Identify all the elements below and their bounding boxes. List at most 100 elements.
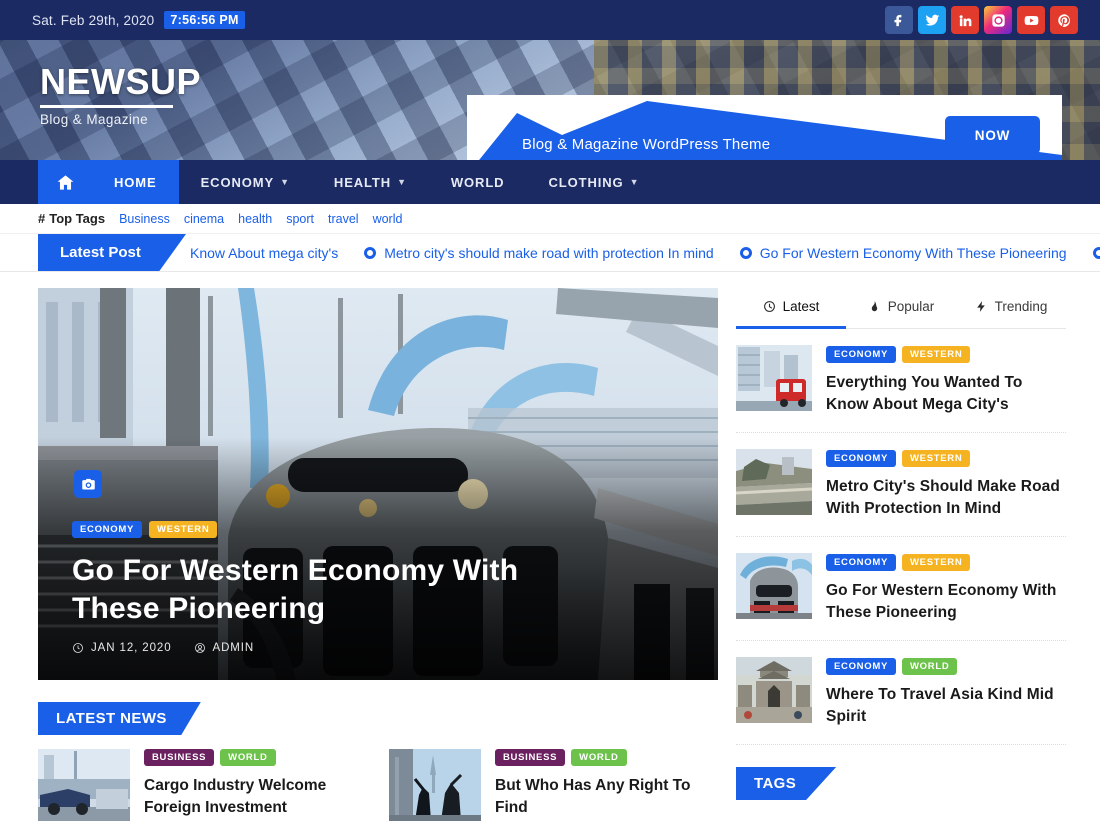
- featured-meta: JAN 12, 2020 ADMIN: [72, 642, 684, 654]
- tags-widget-heading: TAGS: [736, 767, 1066, 800]
- top-tag-health[interactable]: health: [238, 212, 272, 226]
- post-badges: ECONOMY WESTERN: [826, 554, 1066, 571]
- fire-icon: [871, 301, 877, 312]
- top-tags-bar: # Top Tags Business cinema health sport t…: [0, 204, 1100, 234]
- nav-item-health[interactable]: HEALTH ▼: [312, 160, 429, 204]
- hash-icon: #: [38, 211, 46, 226]
- ticker-item-label: Metro city's should make road with prote…: [384, 244, 714, 261]
- featured-post[interactable]: ECONOMY WESTERN Go For Western Economy W…: [38, 288, 718, 680]
- badge-economy[interactable]: ECONOMY: [72, 521, 142, 539]
- camera-icon[interactable]: [74, 470, 102, 498]
- list-item[interactable]: ECONOMY WESTERN Metro City's Should Make…: [736, 433, 1066, 537]
- top-tag-cinema[interactable]: cinema: [184, 212, 224, 226]
- facebook-icon[interactable]: [885, 6, 913, 34]
- nav-item-world[interactable]: WORLD: [429, 160, 527, 204]
- linkedin-icon[interactable]: [951, 6, 979, 34]
- latest-news-grid: BUSINESS WORLD Cargo Industry Welcome Fo…: [38, 749, 718, 821]
- badge-business[interactable]: BUSINESS: [495, 749, 566, 766]
- clock-icon: [763, 301, 775, 312]
- bullet-icon: [739, 246, 752, 259]
- top-tag-world[interactable]: world: [373, 212, 403, 226]
- badge-western[interactable]: WESTERN: [902, 450, 971, 467]
- news-body: BUSINESS WORLD But Who Has Any Right To …: [495, 749, 718, 821]
- featured-title[interactable]: Go For Western Economy With These Pionee…: [72, 552, 612, 628]
- featured-body: ECONOMY WESTERN Go For Western Economy W…: [72, 521, 684, 654]
- site-logo[interactable]: NEWSUP Blog & Magazine: [40, 64, 201, 127]
- main-column: ECONOMY WESTERN Go For Western Economy W…: [38, 288, 718, 825]
- social-links: [885, 6, 1078, 34]
- nav-item-clothing[interactable]: CLOTHING ▼: [526, 160, 661, 204]
- badge-western[interactable]: WESTERN: [902, 346, 971, 363]
- site-header: NEWSUP Blog & Magazine Blog & Magazine W…: [0, 40, 1100, 160]
- instagram-icon[interactable]: [984, 6, 1012, 34]
- post-badges: ECONOMY WORLD: [826, 658, 1066, 675]
- badge-economy[interactable]: ECONOMY: [826, 346, 896, 363]
- list-item[interactable]: ECONOMY WORLD Where To Travel Asia Kind …: [736, 641, 1066, 745]
- chevron-down-icon: ▼: [397, 177, 407, 187]
- news-badges: BUSINESS WORLD: [144, 749, 367, 766]
- ticker-item[interactable]: Know About mega city's: [190, 245, 338, 261]
- badge-world[interactable]: WORLD: [571, 749, 627, 766]
- badge-economy[interactable]: ECONOMY: [826, 658, 896, 675]
- badge-economy[interactable]: ECONOMY: [826, 554, 896, 571]
- top-tag-travel[interactable]: travel: [328, 212, 359, 226]
- logo-divider: [40, 105, 173, 108]
- news-thumbnail: [389, 749, 481, 821]
- featured-date: JAN 12, 2020: [72, 642, 172, 654]
- header-ad-banner[interactable]: Blog & Magazine WordPress Theme NOW: [467, 95, 1062, 160]
- latest-news-heading: LATEST NEWS: [38, 702, 718, 735]
- badge-western[interactable]: WESTERN: [902, 554, 971, 571]
- post-title[interactable]: Go For Western Economy With These Pionee…: [826, 580, 1066, 624]
- tag-cloud: Business Cinema Health Sport Travel Worl…: [736, 814, 1066, 825]
- ticker-item[interactable]: Go For Western Economy With These Pionee…: [739, 244, 1067, 261]
- content-area: ECONOMY WESTERN Go For Western Economy W…: [0, 272, 1100, 825]
- news-title[interactable]: But Who Has Any Right To Find: [495, 775, 718, 819]
- latest-news-title: LATEST NEWS: [38, 702, 201, 735]
- post-title[interactable]: Everything You Wanted To Know About Mega…: [826, 372, 1066, 416]
- badge-world[interactable]: WORLD: [220, 749, 276, 766]
- ticker-item[interactable]: Metro city's should make road with prote…: [364, 245, 714, 261]
- badge-western[interactable]: WESTERN: [149, 521, 218, 539]
- news-badges: BUSINESS WORLD: [495, 749, 718, 766]
- tab-latest[interactable]: Latest: [736, 288, 846, 329]
- post-title[interactable]: Where To Travel Asia Kind Mid Spirit: [826, 684, 1066, 728]
- badge-economy[interactable]: ECONOMY: [826, 450, 896, 467]
- ad-text: Blog & Magazine WordPress Theme: [522, 136, 771, 153]
- twitter-icon[interactable]: [918, 6, 946, 34]
- list-item[interactable]: ECONOMY WESTERN Go For Western Economy W…: [736, 537, 1066, 641]
- ticker-item-label: Go For Western Economy With These Pionee…: [759, 244, 1067, 261]
- nav-item-home[interactable]: HOME: [92, 160, 179, 204]
- tab-trending[interactable]: Trending: [956, 288, 1066, 329]
- news-card[interactable]: BUSINESS WORLD But Who Has Any Right To …: [389, 749, 718, 821]
- nav-item-economy[interactable]: ECONOMY ▼: [179, 160, 312, 204]
- nav-label: HEALTH: [333, 174, 392, 190]
- top-tag-business[interactable]: Business: [119, 212, 170, 226]
- featured-author: ADMIN: [194, 642, 255, 654]
- pinterest-icon[interactable]: [1050, 6, 1078, 34]
- home-icon[interactable]: [38, 160, 92, 204]
- tab-label: Latest: [782, 299, 820, 314]
- badge-world[interactable]: WORLD: [902, 658, 958, 675]
- chevron-down-icon: ▼: [280, 177, 290, 187]
- top-tag-sport[interactable]: sport: [286, 212, 314, 226]
- tab-popular[interactable]: Popular: [846, 288, 956, 329]
- post-badges: ECONOMY WESTERN: [826, 346, 1066, 363]
- news-thumb-image: [389, 749, 481, 821]
- news-thumb-image: [38, 749, 130, 821]
- news-title[interactable]: Cargo Industry Welcome Foreign Investmen…: [144, 775, 367, 819]
- post-thumb-image: [736, 553, 812, 619]
- sidebar-tabs: Latest Popular Trending: [736, 288, 1066, 329]
- post-thumbnail: [736, 345, 812, 411]
- youtube-icon[interactable]: [1017, 6, 1045, 34]
- list-item[interactable]: ECONOMY WESTERN Everything You Wanted To…: [736, 329, 1066, 433]
- post-thumb-image: [736, 657, 812, 723]
- ad-now-button[interactable]: NOW: [945, 116, 1040, 154]
- post-thumbnail: [736, 449, 812, 515]
- top-tags-label: # Top Tags: [38, 211, 105, 226]
- badge-business[interactable]: BUSINESS: [144, 749, 215, 766]
- post-thumbnail: [736, 657, 812, 723]
- post-title[interactable]: Metro City's Should Make Road With Prote…: [826, 476, 1066, 520]
- news-card[interactable]: BUSINESS WORLD Cargo Industry Welcome Fo…: [38, 749, 367, 821]
- bullet-icon: [1092, 246, 1100, 259]
- ticker-item[interactable]: Wh: [1092, 245, 1100, 261]
